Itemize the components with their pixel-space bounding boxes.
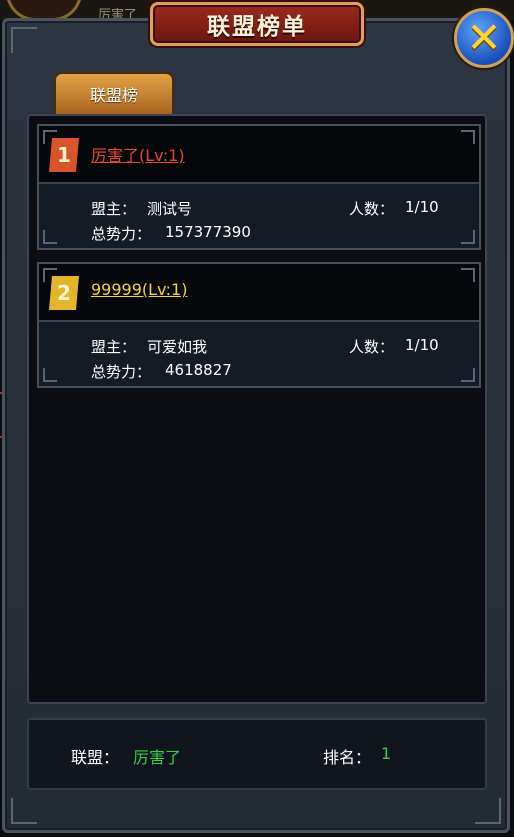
members-label: 人数： [349, 338, 395, 356]
alliance-name-link[interactable]: 厉害了(Lv:1) [91, 142, 185, 166]
alliance-name-link[interactable]: 99999(Lv:1) [91, 280, 187, 299]
card-corner [461, 230, 475, 244]
alliance-value: 厉害了 [133, 748, 182, 767]
frame-corner [11, 27, 37, 53]
ranking-list[interactable]: 1 厉害了(Lv:1) 盟主： 测试号 人数： 1/10 总势力： 157377… [27, 114, 487, 704]
rank-value: 1 [381, 744, 392, 763]
close-icon: ✕ [466, 13, 502, 62]
power-label: 总势力： [91, 225, 152, 243]
title-plate: 联盟榜单 [150, 2, 364, 46]
close-button[interactable]: ✕ [454, 8, 514, 68]
members-count: 1/10 [405, 198, 439, 216]
power-label: 总势力： [91, 363, 152, 381]
rank-label: 排名： [323, 748, 372, 767]
frame-corner [475, 798, 501, 824]
members-count: 1/10 [405, 336, 439, 354]
card-corner [461, 268, 475, 282]
leader-name: 可爱如我 [147, 338, 208, 356]
rank-badge-icon: 2 [49, 276, 79, 310]
power-value: 157377390 [165, 223, 251, 241]
my-alliance-footer: 联盟： 厉害了 排名： 1 [27, 718, 487, 790]
members-label: 人数： [349, 200, 395, 218]
leader-name: 测试号 [147, 200, 193, 218]
power-value: 4618827 [165, 361, 232, 379]
list-item[interactable]: 2 99999(Lv:1) 盟主： 可爱如我 人数： 1/10 总势力： 461… [37, 262, 481, 388]
frame-corner [11, 798, 37, 824]
card-corner [461, 130, 475, 144]
tab-label: 联盟榜 [89, 86, 138, 105]
list-item[interactable]: 1 厉害了(Lv:1) 盟主： 测试号 人数： 1/10 总势力： 157377… [37, 124, 481, 250]
window-title: 联盟榜单 [207, 14, 307, 40]
card-corner [43, 368, 57, 382]
leader-label: 盟主： [91, 200, 137, 218]
card-corner [43, 230, 57, 244]
card-corner [461, 368, 475, 382]
tab-alliance-ranking[interactable]: 联盟榜 [54, 72, 174, 114]
alliance-label: 联盟： [71, 748, 120, 767]
leader-label: 盟主： [91, 338, 137, 356]
rank-badge-icon: 1 [49, 138, 79, 172]
